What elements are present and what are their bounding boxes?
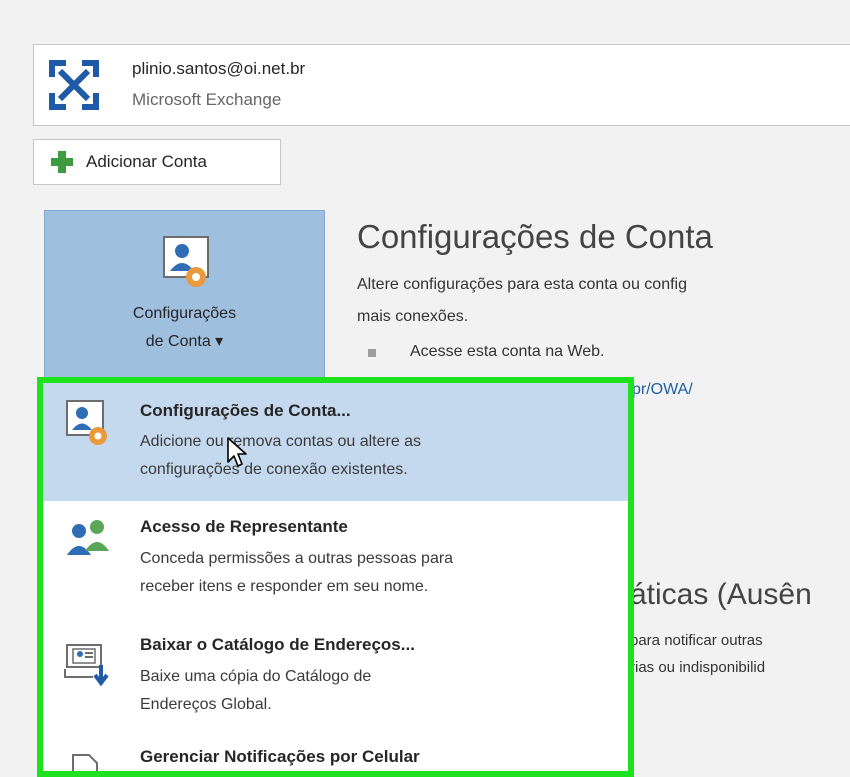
owa-link[interactable]: pr/OWA/ (632, 381, 693, 399)
section-description-line1: Altere configurações para esta conta ou … (357, 276, 687, 293)
download-address-book-icon (64, 644, 109, 687)
account-settings-icon (66, 400, 107, 445)
menu-item-title: Configurações de Conta... (140, 401, 351, 420)
add-account-label: Adicionar Conta (86, 152, 207, 171)
exchange-icon (49, 60, 99, 110)
menu-item-title: Gerenciar Notificações por Celular (140, 747, 420, 766)
menu-item-description-line1: Adicione ou remova contas ou altere as (140, 433, 422, 450)
menu-item-mobile-notifications[interactable]: Gerenciar Notificações por Celular (43, 739, 628, 771)
account-selector[interactable]: plinio.santos@oi.net.br Microsoft Exchan… (33, 44, 850, 126)
web-access-text: Acesse esta conta na Web. (410, 343, 605, 360)
plus-icon (48, 147, 78, 177)
add-account-button[interactable]: Adicionar Conta (33, 139, 281, 185)
auto-reply-description-line2: rias ou indisponibilid (630, 659, 766, 676)
account-type: Microsoft Exchange (132, 90, 282, 109)
account-settings-label-1: Configurações (132, 305, 237, 322)
menu-item-description-line2: configurações de conexão existentes. (140, 461, 408, 478)
menu-item-description-line1: Baixe uma cópia do Catálogo de (140, 668, 372, 685)
auto-reply-title: áticas (Ausên (630, 578, 812, 611)
menu-item-description-line2: receber itens e responder em seu nome. (140, 578, 429, 595)
mouse-cursor-icon (227, 437, 247, 467)
menu-item-delegate-access[interactable]: Acesso de Representante Conceda permissõ… (43, 501, 628, 619)
menu-item-description-line2: Endereços Global. (140, 696, 272, 713)
menu-item-account-settings[interactable]: Configurações de Conta... Adicione ou re… (43, 383, 628, 501)
menu-item-description-line1: Conceda permissões a outras pessoas para (140, 550, 454, 567)
account-settings-button[interactable]: Configurações de Conta ▾ (44, 210, 325, 380)
menu-item-title: Acesso de Representante (140, 517, 348, 536)
account-settings-icon (163, 236, 209, 287)
mobile-notifications-icon (72, 754, 98, 771)
account-email: plinio.santos@oi.net.br (132, 59, 306, 78)
section-description-line2: mais conexões. (357, 308, 469, 325)
auto-reply-description-line1: para notificar outras (630, 632, 763, 649)
account-settings-dropdown: Configurações de Conta... Adicione ou re… (37, 377, 634, 777)
menu-item-title: Baixar o Catálogo de Endereços... (140, 635, 415, 654)
account-settings-label-2: de Conta ▾ (145, 333, 224, 350)
delegate-people-icon (67, 520, 109, 555)
bullet-icon (368, 349, 376, 357)
menu-item-download-address-book[interactable]: Baixar o Catálogo de Endereços... Baixe … (43, 619, 628, 739)
section-title: Configurações de Conta (357, 218, 713, 255)
